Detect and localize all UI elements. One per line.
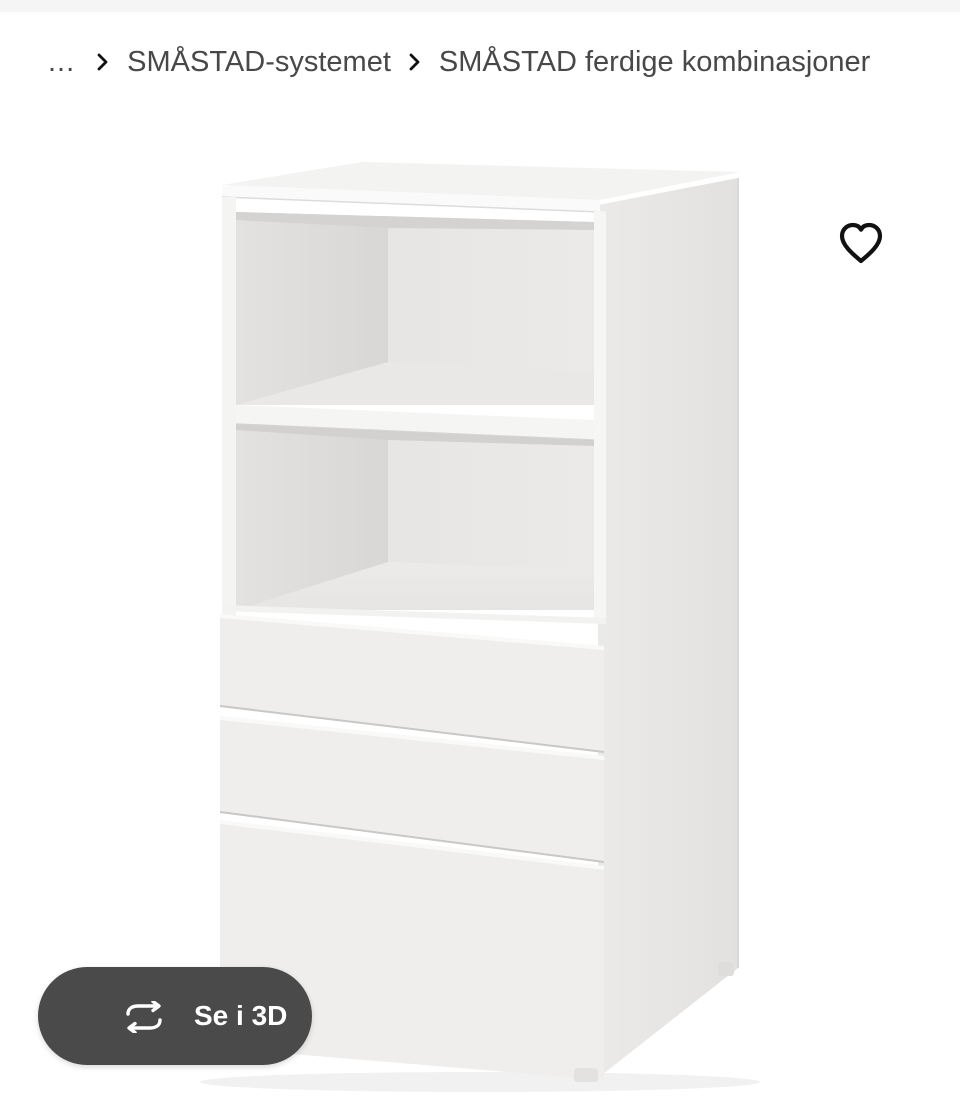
heart-icon xyxy=(839,222,883,264)
breadcrumb-collapsed[interactable]: ... xyxy=(48,46,79,79)
view-in-3d-label: Se i 3D xyxy=(194,1000,288,1031)
chevron-right-icon xyxy=(391,40,439,84)
rotate-3d-icon xyxy=(126,1001,162,1033)
top-bar-divider xyxy=(0,0,960,12)
breadcrumb-item-smastad-combinations[interactable]: SMÅSTAD ferdige kombinasjoner xyxy=(439,46,870,79)
chevron-right-icon xyxy=(79,40,127,84)
product-image[interactable] xyxy=(0,120,960,1106)
favorite-button[interactable] xyxy=(828,210,894,276)
view-in-3d-button[interactable]: Se i 3D xyxy=(38,967,312,1065)
breadcrumb-item-smastad-system[interactable]: SMÅSTAD-systemet xyxy=(127,46,391,79)
breadcrumb: ... SMÅSTAD-systemet SMÅSTAD ferdige kom… xyxy=(48,40,870,84)
